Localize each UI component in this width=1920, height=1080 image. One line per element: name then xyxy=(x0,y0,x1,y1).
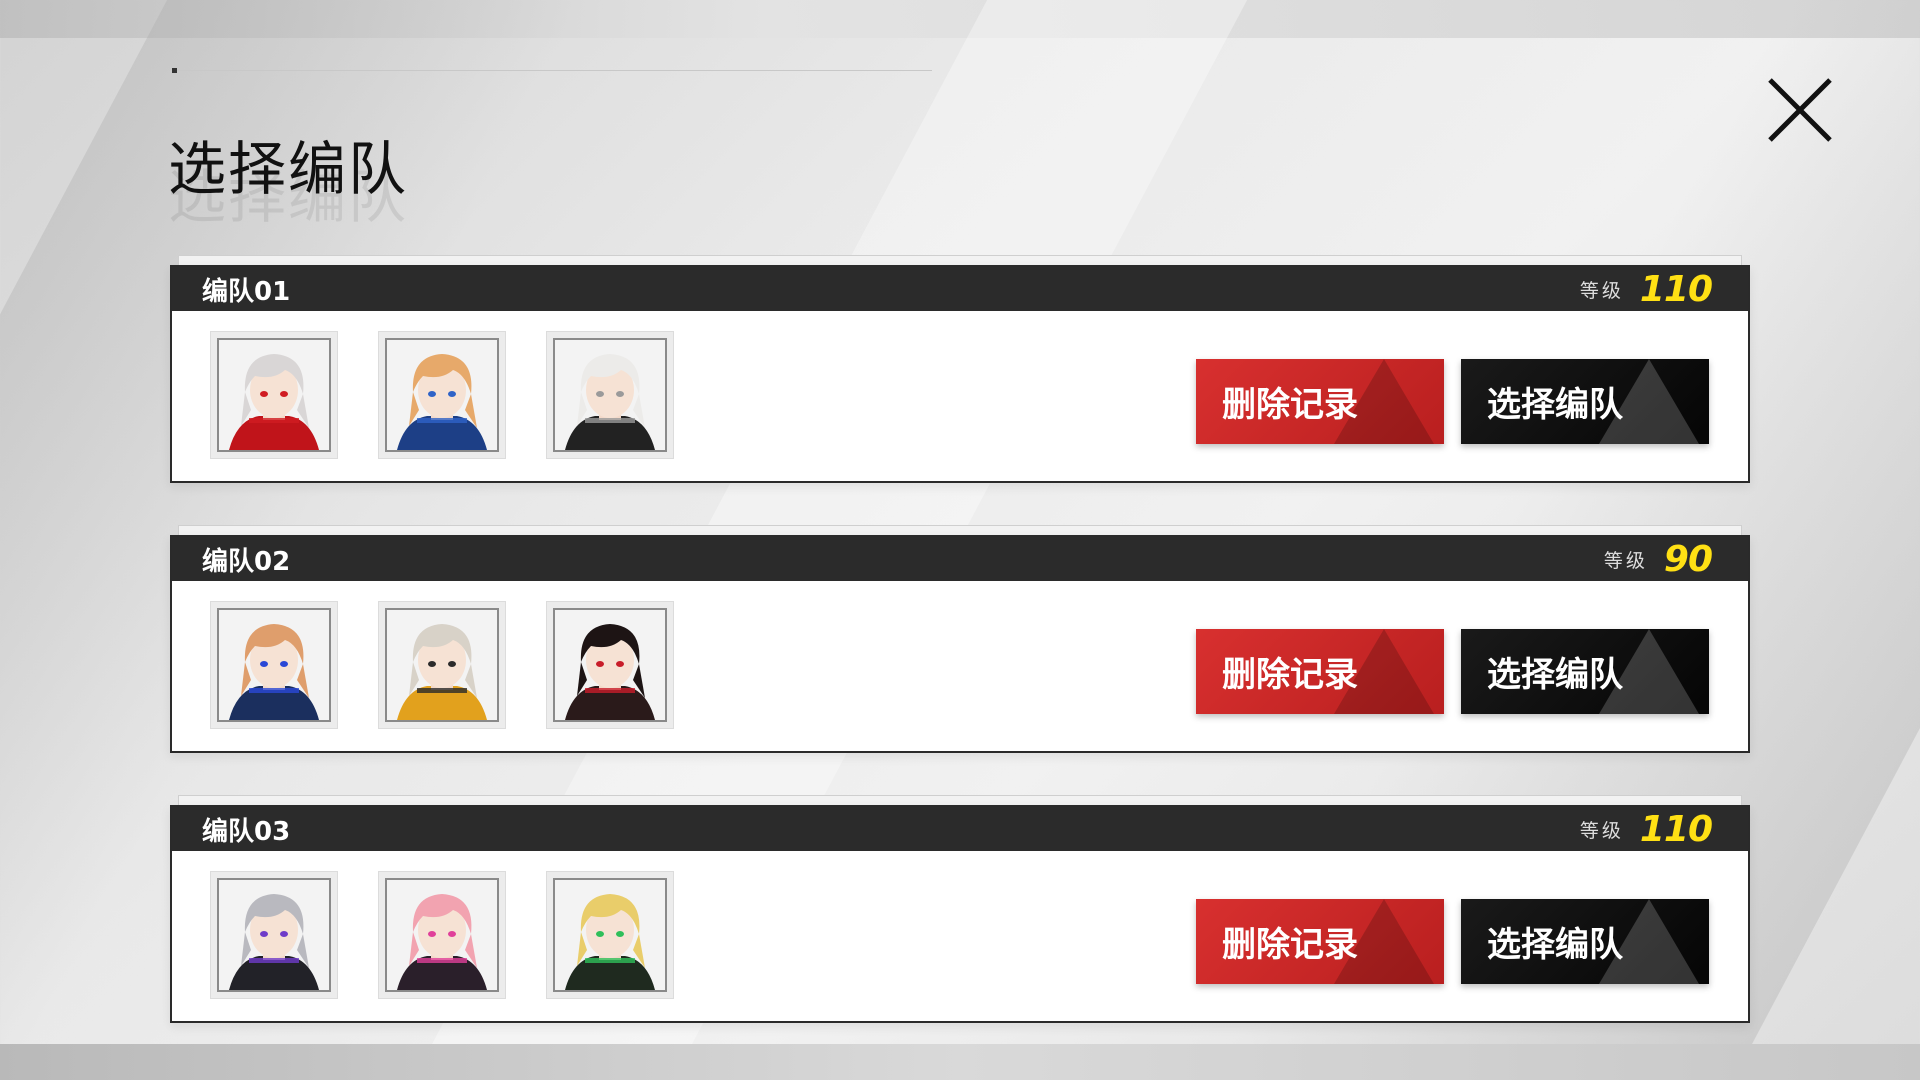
team-name: 编队01 xyxy=(202,276,291,307)
select-team-button[interactable]: 选择编队 xyxy=(1461,899,1709,984)
page-title: 选择编队 xyxy=(168,135,409,203)
team-level: 等级 90 xyxy=(1603,538,1713,580)
divider xyxy=(172,70,932,71)
level-label: 等级 xyxy=(1603,549,1648,572)
team-header: 编队02 等级 90 xyxy=(172,537,1748,581)
team-level: 等级 110 xyxy=(1579,268,1713,310)
character-silver-hair-red-headphones-icon xyxy=(217,338,331,452)
character-avatar[interactable] xyxy=(210,601,338,729)
character-avatar[interactable] xyxy=(546,871,674,999)
delete-record-label: 删除记录 xyxy=(1222,925,1358,965)
select-team-button[interactable]: 选择编队 xyxy=(1461,629,1709,714)
level-value: 110 xyxy=(1639,808,1713,850)
character-avatar[interactable] xyxy=(546,331,674,459)
character-avatar[interactable] xyxy=(378,871,506,999)
character-black-hair-red-eyes-icon xyxy=(553,608,667,722)
team-avatars xyxy=(210,601,674,729)
character-orange-hair-blue-collar-icon xyxy=(385,338,499,452)
team-avatars xyxy=(210,871,674,999)
character-pink-hair-black-cap-icon xyxy=(385,878,499,992)
team-card-2: 编队02 等级 90 删除记录 选择编队 xyxy=(170,525,1750,753)
delete-record-label: 删除记录 xyxy=(1222,385,1358,425)
team-level: 等级 110 xyxy=(1579,808,1713,850)
select-team-button[interactable]: 选择编队 xyxy=(1461,359,1709,444)
select-team-label: 选择编队 xyxy=(1487,655,1623,695)
bottom-bar-background xyxy=(0,1044,1920,1080)
select-team-label: 选择编队 xyxy=(1487,385,1623,425)
team-panel: 编队03 等级 110 删除记录 选择编队 xyxy=(170,805,1750,1023)
character-avatar[interactable] xyxy=(378,331,506,459)
delete-record-button[interactable]: 删除记录 xyxy=(1196,899,1444,984)
delete-record-button[interactable]: 删除记录 xyxy=(1196,629,1444,714)
close-button[interactable] xyxy=(1762,72,1838,148)
team-header: 编队01 等级 110 xyxy=(172,267,1748,311)
team-card-3: 编队03 等级 110 删除记录 选择编队 xyxy=(170,795,1750,1023)
team-panel: 编队02 等级 90 删除记录 选择编队 xyxy=(170,535,1750,753)
character-avatar[interactable] xyxy=(210,871,338,999)
select-team-label: 选择编队 xyxy=(1487,925,1623,965)
top-bar-background xyxy=(0,0,1920,38)
character-orange-hair-blue-horn-icon xyxy=(217,608,331,722)
character-avatar[interactable] xyxy=(210,331,338,459)
close-icon xyxy=(1768,78,1832,142)
character-silver-hair-yellow-outfit-icon xyxy=(385,608,499,722)
character-avatar[interactable] xyxy=(378,601,506,729)
character-blonde-hair-green-hood-icon xyxy=(553,878,667,992)
team-name: 编队02 xyxy=(202,546,291,577)
character-avatar[interactable] xyxy=(546,601,674,729)
delete-record-label: 删除记录 xyxy=(1222,655,1358,695)
character-grey-hair-purple-headset-icon xyxy=(217,878,331,992)
team-header: 编队03 等级 110 xyxy=(172,807,1748,851)
level-value: 110 xyxy=(1639,268,1713,310)
level-label: 等级 xyxy=(1579,279,1624,302)
team-avatars xyxy=(210,331,674,459)
level-value: 90 xyxy=(1663,538,1713,580)
level-label: 等级 xyxy=(1579,819,1624,842)
decorative-dot xyxy=(172,68,177,73)
team-card-1: 编队01 等级 110 删除记录 选择编队 xyxy=(170,255,1750,483)
team-panel: 编队01 等级 110 删除记录 选择编队 xyxy=(170,265,1750,483)
delete-record-button[interactable]: 删除记录 xyxy=(1196,359,1444,444)
team-name: 编队03 xyxy=(202,816,291,847)
character-white-hair-black-outfit-icon xyxy=(553,338,667,452)
